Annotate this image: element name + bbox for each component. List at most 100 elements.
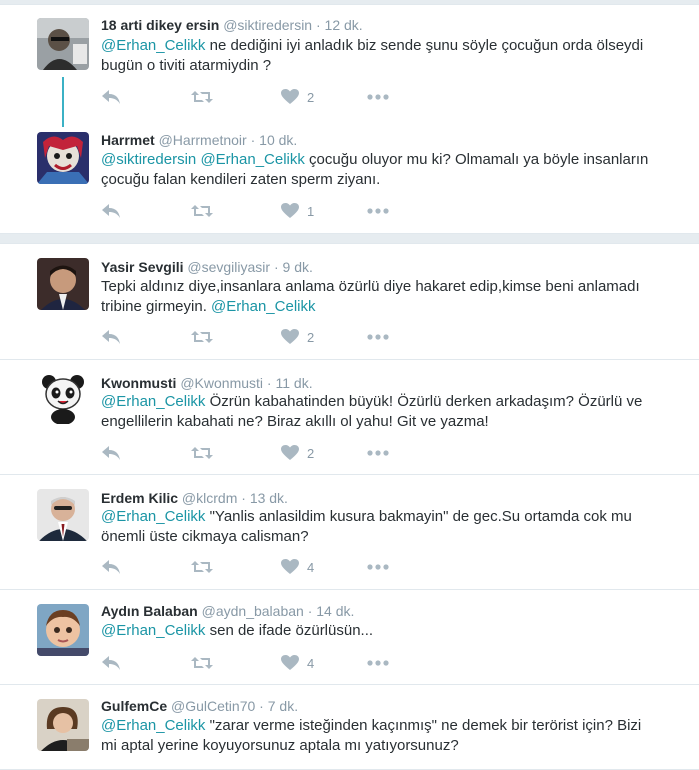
- avatar[interactable]: [37, 18, 89, 70]
- reply-icon: [102, 90, 120, 104]
- tweet[interactable]: 18 arti dikey ersin @siktiredersin · 12 …: [0, 0, 699, 120]
- more-icon: [367, 564, 389, 570]
- more-button[interactable]: [367, 652, 389, 674]
- like-button[interactable]: 4: [281, 652, 314, 674]
- display-name[interactable]: 18 arti dikey ersin: [101, 17, 219, 33]
- tweet-header: Kwonmusti @Kwonmusti · 11 dk.: [101, 374, 313, 392]
- retweet-button[interactable]: [191, 556, 213, 578]
- avatar[interactable]: [37, 258, 89, 310]
- tweet-actions: 4: [101, 652, 401, 674]
- display-name[interactable]: Kwonmusti: [101, 375, 176, 391]
- display-name[interactable]: Yasir Sevgili: [101, 259, 184, 275]
- reply-button[interactable]: [101, 556, 121, 578]
- username[interactable]: @Harrmetnoir: [159, 132, 247, 148]
- more-button[interactable]: [367, 442, 389, 464]
- timestamp[interactable]: 12 dk.: [325, 17, 363, 33]
- retweet-button[interactable]: [191, 326, 213, 348]
- like-button[interactable]: 1: [281, 200, 314, 222]
- reply-button[interactable]: [101, 86, 121, 108]
- retweet-button[interactable]: [191, 86, 213, 108]
- timestamp[interactable]: 11 dk.: [275, 375, 312, 391]
- mention-link[interactable]: @Erhan_Celikk: [101, 622, 205, 639]
- tweet[interactable]: Aydın Balaban @aydn_balaban · 14 dk. @Er…: [0, 590, 699, 684]
- heart-icon: [281, 655, 299, 670]
- separator-dot: ·: [241, 490, 246, 506]
- more-button[interactable]: [367, 200, 389, 222]
- separator-dot: ·: [315, 17, 321, 33]
- more-icon: [367, 450, 389, 456]
- more-icon: [367, 94, 389, 100]
- tweet[interactable]: Erdem Kilic @klcrdm · 13 dk. @Erhan_Celi…: [0, 475, 699, 589]
- retweet-icon: [191, 205, 213, 217]
- tweet-actions: 2: [101, 326, 401, 348]
- like-count: 2: [307, 89, 315, 105]
- timestamp[interactable]: 10 dk.: [259, 132, 297, 148]
- mention-link[interactable]: @Erhan_Celikk: [101, 37, 205, 54]
- retweet-icon: [191, 91, 213, 103]
- reply-icon: [102, 560, 120, 574]
- like-count: 2: [307, 329, 315, 345]
- like-count: 4: [307, 559, 315, 575]
- display-name[interactable]: Harrmet: [101, 132, 155, 148]
- tweet-header: Erdem Kilic @klcrdm · 13 dk.: [101, 489, 288, 507]
- timestamp[interactable]: 7 dk.: [268, 698, 298, 714]
- separator-dot: ·: [266, 375, 272, 391]
- mention-link[interactable]: @Erhan_Celikk: [200, 151, 304, 168]
- mention-link[interactable]: @Erhan_Celikk: [101, 508, 205, 525]
- mention-link[interactable]: @Erhan_Celikk: [101, 717, 205, 734]
- avatar[interactable]: [37, 489, 89, 541]
- retweet-icon: [191, 447, 213, 459]
- like-button[interactable]: 4: [281, 556, 314, 578]
- tweet-header: Aydın Balaban @aydn_balaban · 14 dk.: [101, 602, 354, 620]
- separator-dot: ·: [250, 132, 256, 148]
- tweet-text: @Erhan_Celikk "Yanlis anlasildim kusura …: [101, 507, 661, 547]
- display-name[interactable]: Aydın Balaban: [101, 603, 198, 619]
- timestamp[interactable]: 13 dk.: [250, 490, 288, 506]
- retweet-icon: [191, 561, 213, 573]
- like-button[interactable]: 2: [281, 86, 314, 108]
- tweet-header: GulfemCe @GulCetin70 · 7 dk.: [101, 697, 298, 715]
- username[interactable]: @aydn_balaban: [202, 603, 304, 619]
- reply-button[interactable]: [101, 442, 121, 464]
- display-name[interactable]: Erdem Kilic: [101, 490, 178, 506]
- tweet-text: Tepki aldınız diye,insanlara anlama özür…: [101, 277, 661, 317]
- more-button[interactable]: [367, 326, 389, 348]
- separator-dot: ·: [259, 698, 264, 714]
- reply-icon: [102, 656, 120, 670]
- mention-link[interactable]: @Erhan_Celikk: [211, 298, 315, 315]
- more-button[interactable]: [367, 86, 389, 108]
- username[interactable]: @sevgiliyasir: [187, 259, 270, 275]
- username[interactable]: @klcrdm: [182, 490, 237, 506]
- tweet[interactable]: Kwonmusti @Kwonmusti · 11 dk. @Erhan_Cel…: [0, 360, 699, 474]
- avatar[interactable]: [37, 132, 89, 184]
- retweet-icon: [191, 331, 213, 343]
- more-button[interactable]: [367, 556, 389, 578]
- avatar[interactable]: [37, 699, 89, 751]
- username[interactable]: @GulCetin70: [171, 698, 255, 714]
- retweet-button[interactable]: [191, 442, 213, 464]
- reply-button[interactable]: [101, 326, 121, 348]
- username[interactable]: @siktiredersin: [223, 17, 312, 33]
- display-name[interactable]: GulfemCe: [101, 698, 167, 714]
- tweet[interactable]: Harrmet @Harrmetnoir · 10 dk. @siktirede…: [0, 120, 699, 232]
- retweet-button[interactable]: [191, 652, 213, 674]
- mention-link[interactable]: @siktiredersin: [101, 151, 196, 168]
- reply-button[interactable]: [101, 200, 121, 222]
- reply-button[interactable]: [101, 652, 121, 674]
- tweet[interactable]: GulfemCe @GulCetin70 · 7 dk. @Erhan_Celi…: [0, 685, 699, 762]
- heart-icon: [281, 203, 299, 218]
- like-button[interactable]: 2: [281, 442, 314, 464]
- avatar[interactable]: [37, 604, 89, 656]
- tweet[interactable]: Yasir Sevgili @sevgiliyasir · 9 dk. Tepk…: [0, 244, 699, 359]
- more-icon: [367, 208, 389, 214]
- like-button[interactable]: 2: [281, 326, 314, 348]
- timestamp[interactable]: 14 dk.: [316, 603, 354, 619]
- timestamp[interactable]: 9 dk.: [283, 259, 313, 275]
- tweet-actions: 2: [101, 442, 401, 464]
- avatar-image: [37, 372, 89, 424]
- retweet-button[interactable]: [191, 200, 213, 222]
- username[interactable]: @Kwonmusti: [180, 375, 263, 391]
- mention-link[interactable]: @Erhan_Celikk: [101, 393, 205, 410]
- retweet-icon: [191, 657, 213, 669]
- avatar[interactable]: [37, 372, 89, 424]
